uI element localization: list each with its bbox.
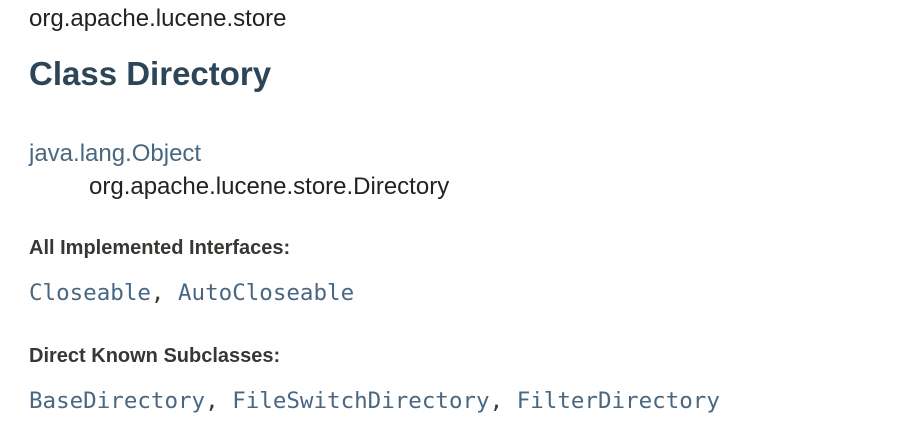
subclass-link-filterdirectory[interactable]: FilterDirectory (517, 388, 720, 414)
list-separator: , (489, 388, 517, 414)
current-class-name: org.apache.lucene.store.Directory (89, 173, 450, 200)
list-separator: , (150, 280, 179, 306)
implemented-interfaces-list: Closeable, AutoCloseable (29, 280, 354, 306)
package-label: org.apache.lucene.store (29, 5, 287, 32)
subclass-link-fileswitchdirectory[interactable]: FileSwitchDirectory (232, 388, 489, 414)
subclass-link-basedirectory[interactable]: BaseDirectory (29, 388, 205, 414)
list-separator: , (205, 388, 233, 414)
implemented-interfaces-heading: All Implemented Interfaces: (29, 237, 291, 259)
known-subclasses-list: BaseDirectory, FileSwitchDirectory, Filt… (29, 388, 720, 414)
interface-link-closeable[interactable]: Closeable (29, 280, 151, 306)
interface-link-autocloseable[interactable]: AutoCloseable (178, 280, 354, 306)
class-title: Class Directory (29, 55, 272, 92)
superclass-link[interactable]: java.lang.Object (29, 140, 201, 168)
known-subclasses-heading: Direct Known Subclasses: (29, 345, 281, 367)
